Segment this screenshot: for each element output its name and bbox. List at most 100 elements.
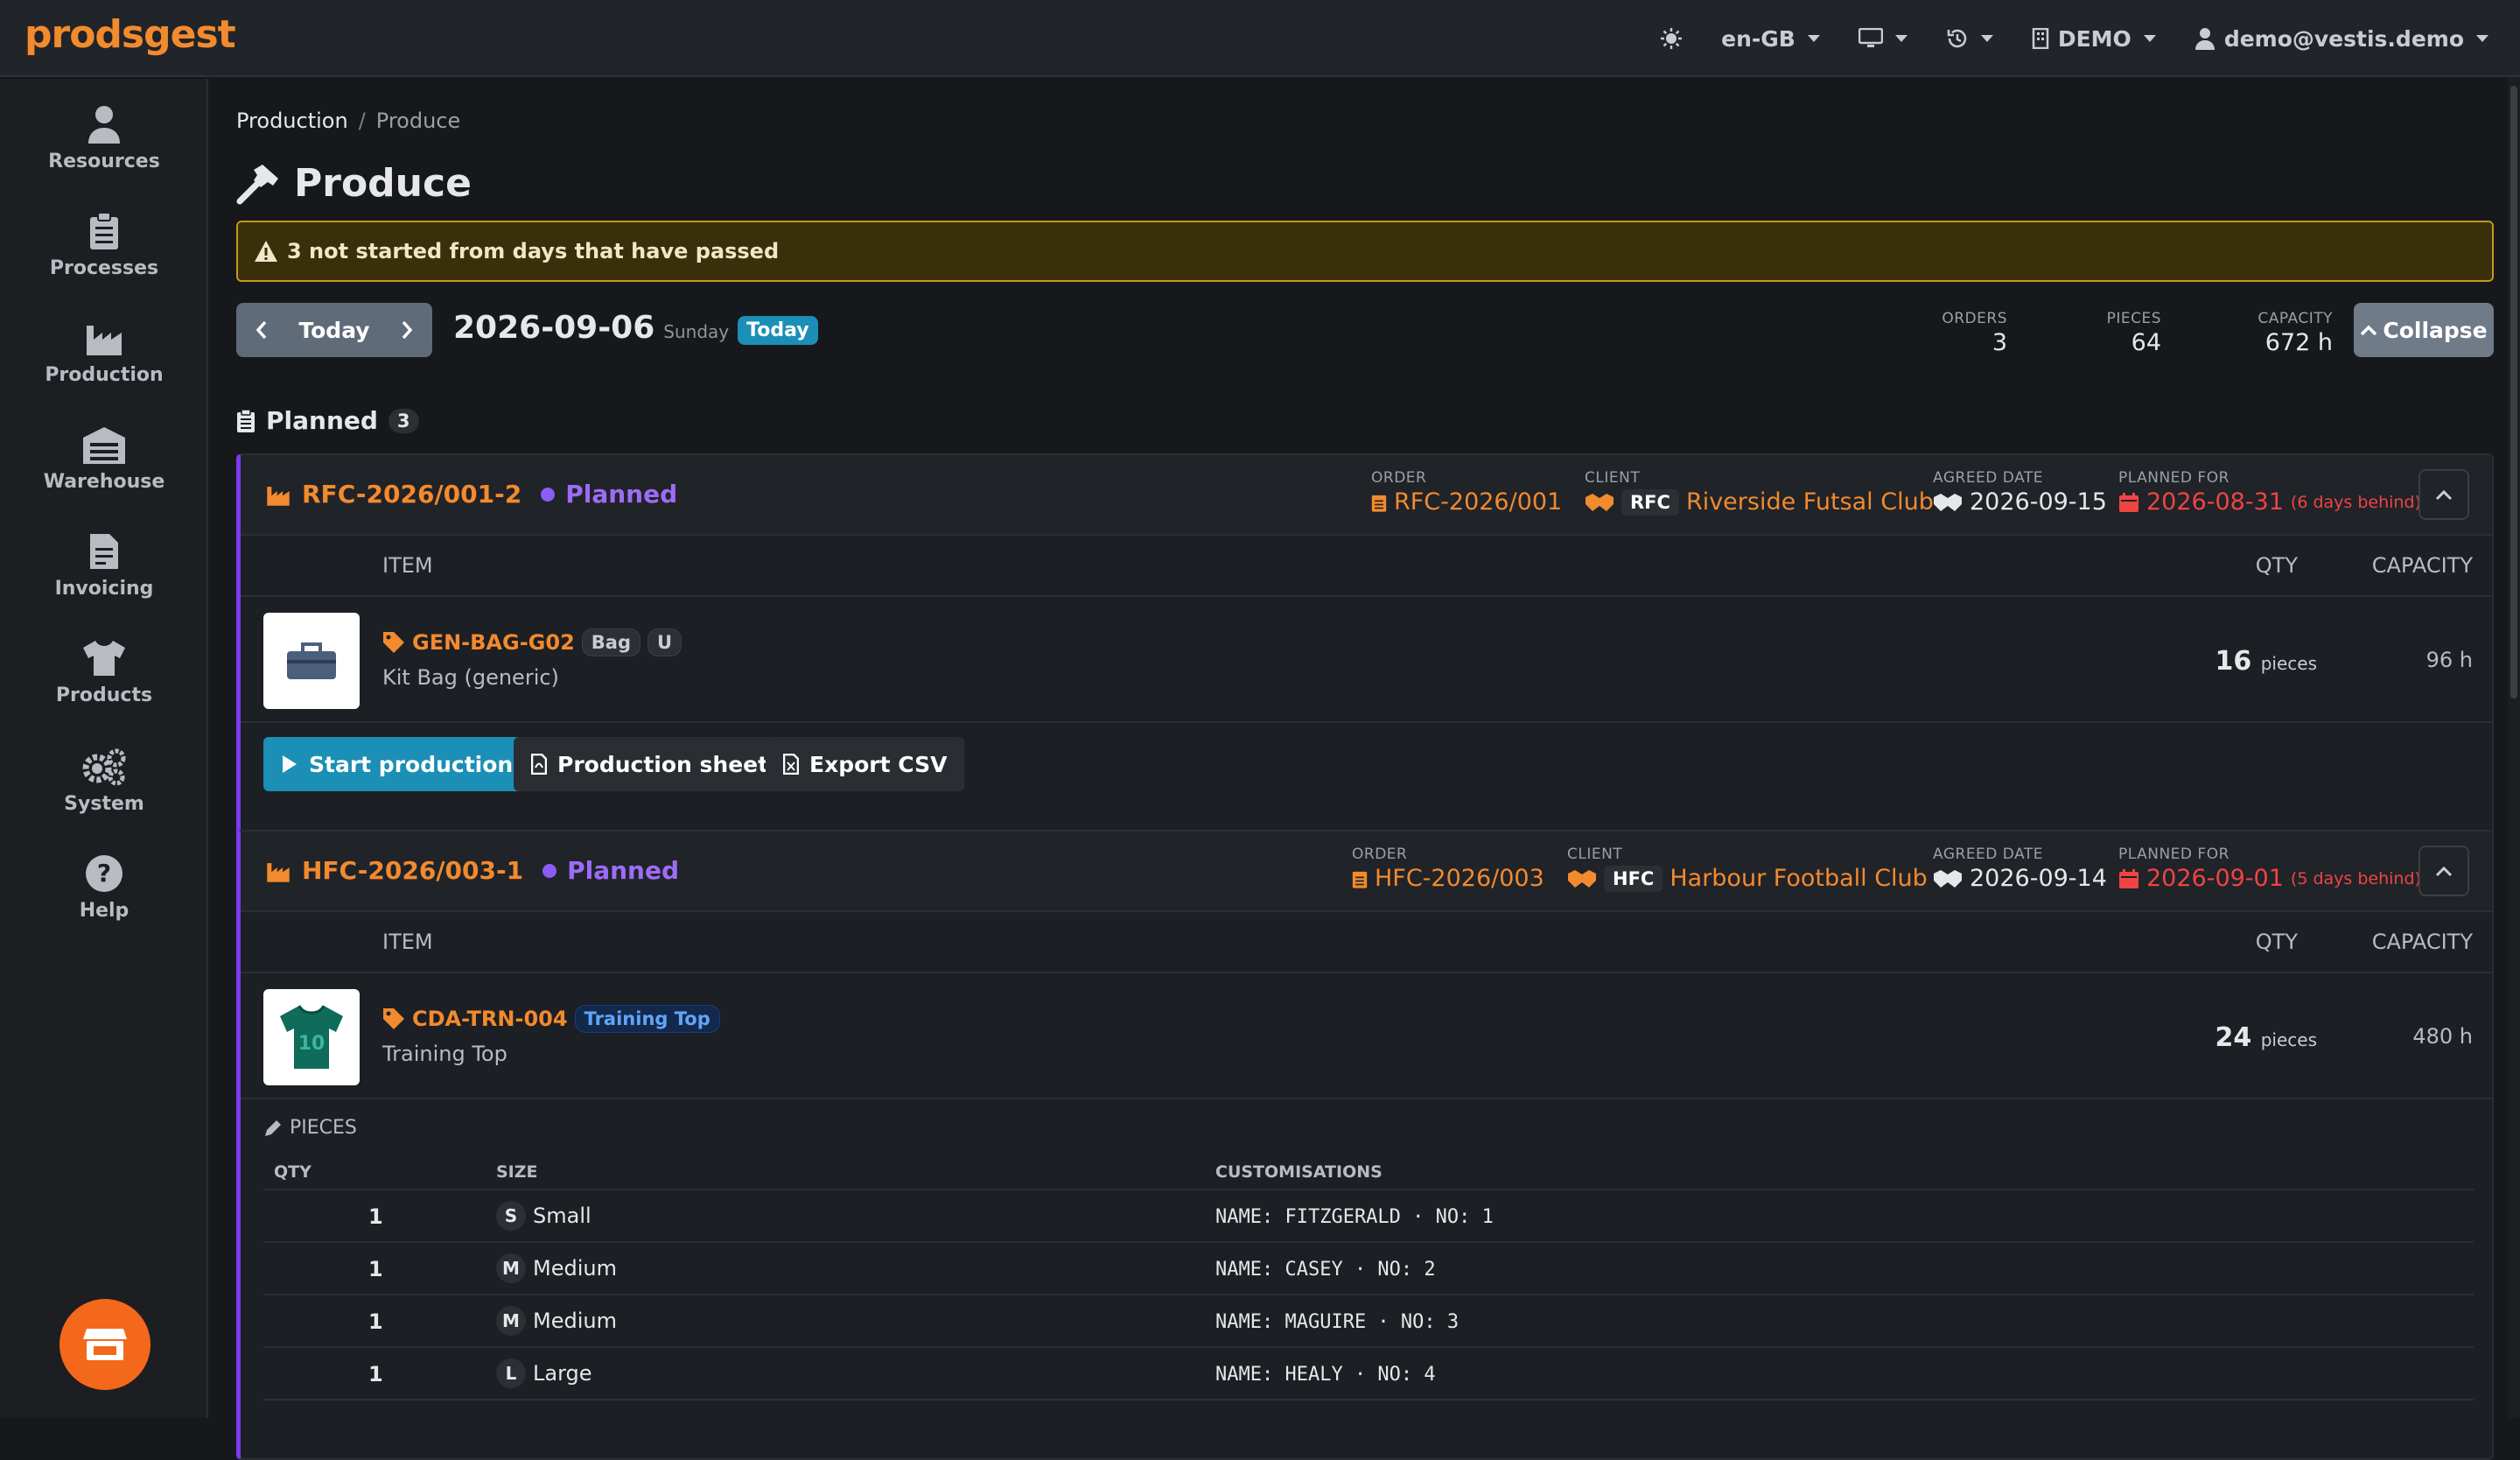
calendar-icon bbox=[2119, 868, 2138, 888]
chevron-left-icon[interactable] bbox=[256, 320, 268, 340]
card-header: RFC-2026/001-2 Planned ORDER RFC-2026/00… bbox=[241, 455, 2492, 536]
user-dropdown[interactable]: demo@vestis.demo bbox=[2194, 26, 2488, 52]
pieces-label-text: PIECES bbox=[290, 1117, 357, 1139]
page-title-text: Produce bbox=[294, 161, 472, 206]
stat-value: 672 h bbox=[2264, 329, 2333, 356]
bag-image bbox=[287, 642, 336, 679]
company-dropdown[interactable]: DEMO bbox=[2032, 26, 2156, 52]
meta-label: AGREED DATE bbox=[1933, 846, 2044, 863]
piece-customisation: NAME: MAGUIRE · NO: 3 bbox=[1215, 1311, 1460, 1333]
tag-icon bbox=[383, 1008, 404, 1029]
sidebar-item-system[interactable]: System bbox=[0, 748, 208, 815]
item-code[interactable]: GEN-BAG-G02 bbox=[412, 630, 575, 655]
capacity-header: CAPACITY bbox=[2371, 553, 2473, 578]
production-card: HFC-2026/003-1 Planned ORDER HFC-2026/00… bbox=[236, 830, 2494, 1460]
handshake-icon bbox=[1568, 869, 1596, 888]
qty-unit: pieces bbox=[2260, 653, 2317, 674]
handshake-icon bbox=[1934, 869, 1962, 888]
language-dropdown[interactable]: en-GB bbox=[1721, 26, 1820, 52]
piece-qty: 1 bbox=[368, 1204, 383, 1229]
meta-value: RFC Riverside Futsal Club bbox=[1585, 488, 1934, 516]
page-scrollbar[interactable] bbox=[2508, 77, 2520, 1418]
item-type-tag: Training Top bbox=[574, 1005, 720, 1033]
item-qty: 24 pieces bbox=[2216, 1022, 2317, 1053]
store-icon bbox=[83, 1329, 127, 1360]
stat-label: ORDERS bbox=[1942, 310, 2007, 327]
date-nav-group: Today bbox=[236, 303, 432, 357]
history-dropdown[interactable] bbox=[1946, 27, 1993, 50]
stat-pieces: PIECES 64 bbox=[2107, 310, 2161, 356]
start-production-button[interactable]: Start production bbox=[263, 737, 531, 791]
behind-note: (5 days behind) bbox=[2290, 868, 2421, 888]
agreed-date: 2026-09-15 bbox=[1970, 488, 2107, 516]
user-email: demo@vestis.demo bbox=[2223, 25, 2464, 52]
item-type-tag: Bag bbox=[581, 628, 640, 656]
sidebar-item-products[interactable]: Products bbox=[0, 639, 208, 706]
order-meta: ORDER RFC-2026/001 bbox=[1371, 469, 1562, 516]
scrollbar-thumb[interactable] bbox=[2510, 86, 2517, 698]
production-id[interactable]: HFC-2026/003-1 bbox=[302, 856, 523, 885]
size-badge: M bbox=[496, 1306, 526, 1336]
button-label: Export CSV bbox=[809, 751, 948, 777]
date-navigation: Today 2026-09-06 Sunday Today ORDERS 3 P… bbox=[236, 303, 2494, 359]
sidebar-item-processes[interactable]: Processes bbox=[0, 212, 208, 279]
sidebar-item-resources[interactable]: Resources bbox=[0, 105, 208, 172]
shop-button[interactable] bbox=[60, 1299, 150, 1390]
stat-capacity: CAPACITY 672 h bbox=[2258, 310, 2333, 356]
qty-header: QTY bbox=[2255, 553, 2298, 578]
product-thumbnail bbox=[263, 613, 360, 709]
breadcrumb-parent[interactable]: Production bbox=[236, 109, 348, 133]
piece-row: 1 M Medium NAME: CASEY · NO: 2 bbox=[263, 1243, 2474, 1295]
order-link[interactable]: HFC-2026/003 bbox=[1375, 865, 1544, 892]
sidebar-item-warehouse[interactable]: Warehouse bbox=[0, 425, 208, 493]
client-link[interactable]: Harbour Football Club bbox=[1670, 865, 1927, 892]
client-abbr: RFC bbox=[1621, 488, 1679, 516]
card-title: RFC-2026/001-2 Planned bbox=[265, 480, 677, 509]
pencil-icon bbox=[265, 1120, 281, 1136]
production-sheet-button[interactable]: Production sheet bbox=[514, 737, 787, 791]
item-code[interactable]: CDA-TRN-004 bbox=[412, 1007, 568, 1031]
date-value: 2026-09-06 bbox=[453, 310, 655, 346]
sidebar-item-production[interactable]: Production bbox=[0, 319, 208, 386]
current-date: 2026-09-06 Sunday Today bbox=[453, 310, 818, 347]
sidebar-item-label: System bbox=[64, 793, 144, 815]
size-label: Medium bbox=[533, 1256, 617, 1281]
today-button[interactable]: Today bbox=[298, 318, 369, 343]
pieces-table-header: QTY SIZE CUSTOMISATIONS bbox=[263, 1154, 2474, 1190]
customisations-col-header: CUSTOMISATIONS bbox=[1215, 1162, 1382, 1182]
export-csv-button[interactable]: Export CSV bbox=[766, 737, 965, 791]
button-label: Start production bbox=[309, 751, 514, 777]
stat-label: PIECES bbox=[2106, 310, 2161, 327]
planned-date: 2026-09-01 bbox=[2146, 865, 2284, 892]
qty-value: 16 bbox=[2215, 646, 2252, 677]
chevron-up-icon bbox=[2435, 866, 2453, 877]
client-abbr: HFC bbox=[1604, 865, 1663, 892]
section-count: 3 bbox=[388, 408, 419, 433]
meta-value: 2026-09-15 bbox=[1933, 488, 2107, 516]
meta-value: 2026-08-31 (6 days behind) bbox=[2118, 488, 2421, 516]
client-link[interactable]: Riverside Futsal Club bbox=[1686, 488, 1934, 516]
sidebar-item-invoicing[interactable]: Invoicing bbox=[0, 532, 208, 600]
meta-value: HFC-2026/003 bbox=[1352, 865, 1544, 892]
theme-toggle[interactable] bbox=[1660, 27, 1683, 50]
sidebar-item-label: Invoicing bbox=[54, 578, 154, 600]
agreed-date-meta: AGREED DATE 2026-09-14 bbox=[1933, 846, 2107, 892]
company-label: DEMO bbox=[2057, 25, 2132, 52]
size-label: Small bbox=[533, 1204, 592, 1228]
display-dropdown[interactable] bbox=[1858, 28, 1908, 49]
stat-value: 3 bbox=[1992, 329, 2007, 356]
production-id[interactable]: RFC-2026/001-2 bbox=[302, 480, 522, 509]
chevron-right-icon[interactable] bbox=[401, 320, 413, 340]
sidebar-item-help[interactable]: ? Help bbox=[0, 854, 208, 922]
status-dot bbox=[542, 863, 557, 878]
card-collapse-button[interactable] bbox=[2418, 846, 2469, 896]
card-collapse-button[interactable] bbox=[2418, 469, 2469, 520]
item-table-header: ITEM QTY CAPACITY bbox=[241, 536, 2492, 597]
app-logo[interactable]: prodsgest bbox=[24, 12, 236, 57]
pdf-file-icon bbox=[531, 754, 547, 775]
sidebar-item-label: Production bbox=[45, 364, 164, 386]
collapse-button[interactable]: Collapse bbox=[2354, 303, 2494, 357]
overdue-alert: 3 not started from days that have passed bbox=[236, 221, 2494, 282]
order-link[interactable]: RFC-2026/001 bbox=[1394, 488, 1562, 516]
qty-header: QTY bbox=[2255, 930, 2298, 954]
